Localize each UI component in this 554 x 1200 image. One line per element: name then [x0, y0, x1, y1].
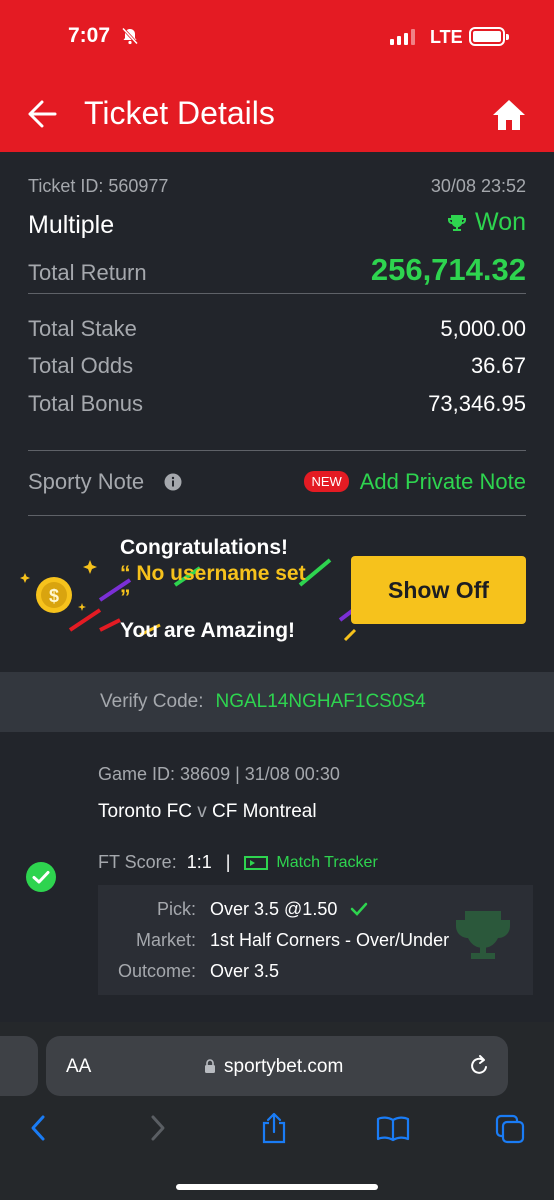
page-title: Ticket Details — [84, 95, 275, 131]
total-return-value: 256,714.32 — [370, 252, 526, 287]
score-separator: | — [225, 852, 231, 872]
market-label: Market: — [135, 930, 196, 950]
total-return-label: Total Return — [28, 260, 147, 285]
score-row: FT Score: 1:1 | Match Tracker — [98, 852, 378, 873]
tabs-icon[interactable] — [495, 1112, 525, 1144]
outcome-value: Over 3.5 — [210, 961, 280, 981]
pick-details: Pick: Over 3.5 @1.50 Market: 1st Half Co… — [98, 885, 533, 995]
reload-icon[interactable] — [468, 1054, 490, 1078]
lock-icon — [205, 1059, 215, 1073]
back-icon[interactable] — [24, 1112, 54, 1144]
username-quote: “ No username set ” — [120, 562, 306, 610]
pick-value: Over 3.5 @1.50 — [210, 899, 338, 919]
add-private-note-link[interactable]: NEW Add Private Note — [304, 469, 526, 495]
match-tracker-link[interactable]: Match Tracker — [244, 853, 378, 872]
back-arrow-icon[interactable] — [26, 98, 58, 130]
previous-tab-preview[interactable] — [0, 1036, 38, 1096]
total-stake-value: 5,000.00 — [440, 316, 526, 341]
total-odds-label: Total Odds — [28, 353, 134, 378]
ft-score-value: 1:1 — [186, 852, 212, 872]
ft-score-label: FT Score: — [98, 852, 177, 872]
svg-text:$: $ — [49, 586, 59, 606]
total-odds-value: 36.67 — [470, 353, 526, 378]
home-icon[interactable] — [491, 98, 527, 132]
text-size-button[interactable]: AA — [66, 1056, 91, 1078]
bell-muted-icon — [121, 27, 139, 45]
home-indicator[interactable] — [176, 1184, 378, 1190]
divider — [28, 515, 526, 516]
match-tracker-icon — [244, 855, 269, 870]
url-text[interactable]: sportybet.com — [224, 1056, 343, 1078]
check-circle-icon — [26, 862, 56, 892]
total-bonus-value: 73,346.95 — [428, 391, 526, 416]
network-type: LTE — [430, 27, 463, 47]
status-text: Won — [475, 208, 526, 236]
match-teams: Toronto FC v CF Montreal — [98, 801, 317, 823]
verify-code-label: Verify Code: — [100, 691, 204, 712]
total-bonus-label: Total Bonus — [28, 391, 143, 416]
outcome-label: Outcome: — [117, 961, 196, 981]
amazing-text: You are Amazing! — [120, 619, 296, 642]
check-icon — [351, 902, 368, 916]
total-stake-label: Total Stake — [28, 316, 137, 341]
divider — [28, 293, 526, 294]
versus: v — [197, 801, 207, 822]
trophy-icon — [448, 214, 467, 231]
congrats-text: Congratulations! — [120, 536, 288, 559]
sporty-note: Sporty Note — [28, 469, 182, 495]
bookmarks-icon[interactable] — [376, 1112, 410, 1144]
verify-code-bar: Verify Code: NGAL14NGHAF1CS0S4 — [0, 672, 554, 732]
verify-code-value[interactable]: NGAL14NGHAF1CS0S4 — [216, 691, 426, 713]
show-off-button[interactable]: Show Off — [351, 556, 526, 624]
pick-label: Pick: — [156, 899, 196, 919]
home-team: Toronto FC — [98, 801, 192, 822]
status-time: 7:07 — [68, 24, 111, 47]
divider — [28, 450, 526, 451]
coin-icon: $ — [20, 560, 97, 613]
status-badge: Won — [447, 208, 526, 237]
forward-icon[interactable] — [142, 1112, 172, 1144]
new-badge: NEW — [304, 471, 349, 492]
battery-icon — [469, 27, 509, 46]
add-private-note-label: Add Private Note — [359, 469, 526, 494]
game-id: Game ID: 38609 | 31/08 00:30 — [98, 764, 340, 784]
info-icon[interactable] — [164, 473, 182, 491]
ticket-datetime: 30/08 23:52 — [430, 176, 526, 196]
bet-type: Multiple — [28, 210, 115, 239]
away-team: CF Montreal — [212, 801, 317, 822]
sporty-note-label: Sporty Note — [28, 469, 145, 494]
cellular-signal-icon — [390, 29, 415, 45]
match-tracker-label: Match Tracker — [276, 853, 378, 871]
market-value: 1st Half Corners - Over/Under — [210, 930, 450, 950]
ticket-id: Ticket ID: 560977 — [28, 176, 169, 196]
username-text: “ No username set — [120, 562, 306, 585]
quote-close: ” — [120, 586, 131, 609]
share-icon[interactable] — [259, 1112, 289, 1144]
